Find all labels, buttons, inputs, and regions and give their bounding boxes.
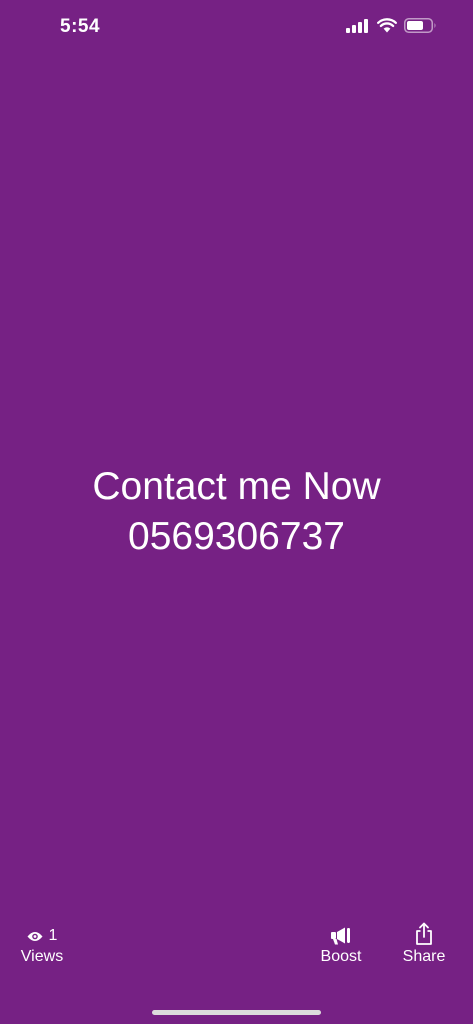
share-label: Share bbox=[402, 948, 446, 965]
megaphone-icon bbox=[331, 927, 350, 945]
boost-button[interactable]: Boost bbox=[316, 920, 366, 966]
share-icon-wrap bbox=[398, 920, 450, 946]
status-time: 5:54 bbox=[60, 16, 101, 37]
status-bar: 5:54 bbox=[0, 0, 473, 56]
views-count: 1 bbox=[48, 927, 58, 944]
boost-label: Boost bbox=[320, 948, 362, 965]
status-icons bbox=[346, 18, 437, 33]
share-icon bbox=[416, 922, 432, 945]
home-indicator[interactable] bbox=[152, 1010, 321, 1015]
views-label: Views bbox=[20, 948, 64, 965]
cellular-signal-icon bbox=[346, 18, 368, 33]
story-line-1: Contact me Now bbox=[92, 465, 381, 508]
wifi-icon bbox=[377, 18, 397, 33]
views-counter[interactable]: 1 Views bbox=[18, 926, 66, 966]
views-row: 1 bbox=[18, 926, 66, 946]
share-button[interactable]: Share bbox=[398, 920, 450, 966]
battery-icon bbox=[404, 18, 436, 33]
eye-icon bbox=[27, 931, 43, 941]
boost-icon-wrap bbox=[316, 920, 366, 946]
story-phone-number: 0569306737 bbox=[128, 515, 345, 558]
story-text: Contact me Now 0569306737 bbox=[0, 462, 473, 562]
